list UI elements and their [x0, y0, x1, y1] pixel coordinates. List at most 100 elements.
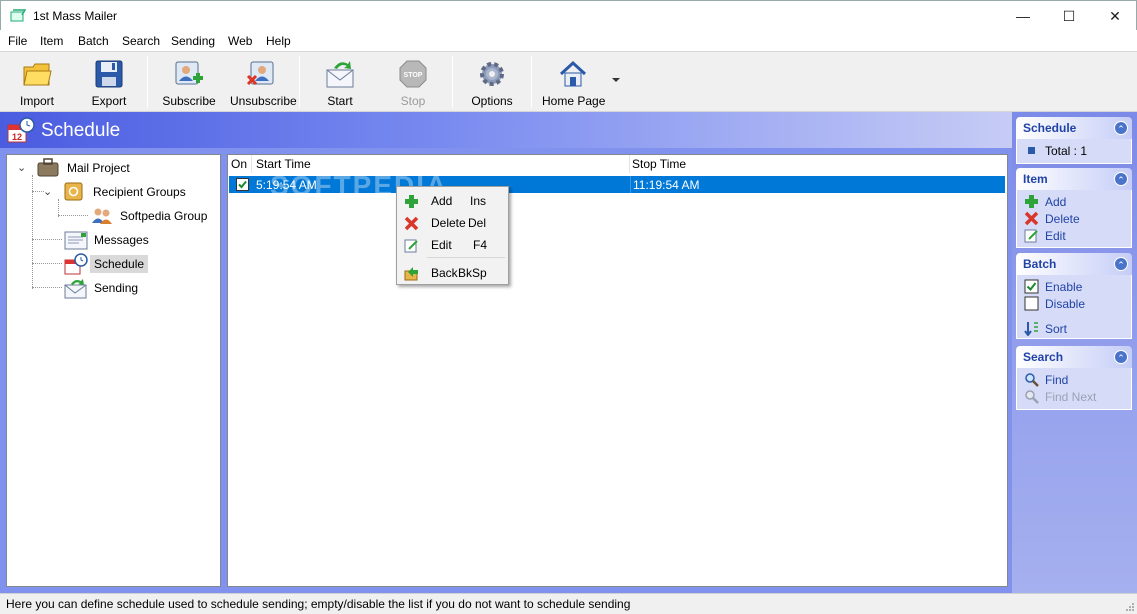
collapse-icon[interactable]: ⌃ — [1114, 172, 1128, 186]
menu-separator — [427, 257, 505, 258]
column-header-start-time[interactable]: Start Time — [256, 157, 311, 171]
import-button[interactable]: Import — [12, 56, 62, 110]
briefcase-icon — [37, 158, 59, 177]
status-text: Here you can define schedule used to sch… — [6, 597, 631, 611]
unchecked-box-icon — [1024, 296, 1039, 311]
subscribe-button[interactable]: Subscribe — [162, 56, 216, 110]
tree-item-sending[interactable]: Sending — [63, 277, 213, 299]
menu-label: Back — [431, 266, 458, 280]
cell-start-time: 5:19:54 AM — [256, 178, 317, 192]
tree-item-mail-project[interactable]: ⌄ Mail Project — [15, 157, 215, 179]
shortcut-label: F4 — [473, 238, 488, 252]
collapse-icon[interactable]: ⌃ — [1114, 350, 1128, 364]
menu-search[interactable]: Search — [122, 34, 160, 48]
minimize-button[interactable]: — — [1000, 1, 1046, 31]
task-group-title: Search — [1023, 350, 1064, 364]
collapse-chevron-icon[interactable]: ⌄ — [43, 185, 52, 198]
options-button[interactable]: Options — [468, 56, 516, 110]
checked-box-icon — [1024, 279, 1039, 294]
tree-line — [32, 175, 33, 289]
context-menu-back[interactable]: Back BkSp — [399, 262, 506, 284]
home-page-dropdown-arrow[interactable] — [612, 78, 620, 82]
send-mail-icon — [326, 61, 354, 88]
cell-stop-time: 11:19:54 AM — [633, 178, 700, 192]
section-header: 12 Schedule — [0, 112, 1012, 148]
schedule-list[interactable]: On Start Time Stop Time 5:19:54 AM 11:19… — [227, 154, 1008, 587]
page-title: Schedule — [41, 120, 121, 141]
task-group-body: Enable Disable Sort — [1016, 275, 1132, 339]
toolbar-separator — [147, 56, 148, 108]
toolbar-separator — [531, 56, 532, 108]
maximize-button[interactable]: ☐ — [1046, 1, 1092, 31]
menu-label: Add — [431, 194, 453, 208]
toolbar-separator — [452, 56, 453, 108]
tree-line — [58, 215, 88, 216]
unsubscribe-button[interactable]: Unsubscribe — [230, 56, 297, 110]
table-row[interactable]: 5:19:54 AM 11:19:54 AM — [229, 176, 1005, 193]
tree-item-messages[interactable]: Messages — [63, 229, 213, 251]
window-title: 1st Mass Mailer — [33, 9, 118, 23]
task-group-header[interactable]: Search ⌃ — [1016, 346, 1132, 368]
calendar-clock-icon: 12 — [7, 117, 35, 143]
task-group-header[interactable]: Batch ⌃ — [1016, 253, 1132, 275]
options-label: Options — [471, 94, 513, 108]
menu-help[interactable]: Help — [266, 34, 291, 48]
menu-web[interactable]: Web — [228, 34, 252, 48]
task-group-search: Search ⌃ Find Find Next — [1016, 346, 1132, 410]
task-group-item: Item ⌃ Add Delete Edit — [1016, 168, 1132, 248]
column-header-on[interactable]: On — [231, 157, 247, 171]
menu-label: Delete — [431, 216, 466, 230]
find-next-icon — [1025, 390, 1039, 404]
column-divider[interactable] — [251, 155, 252, 173]
tree-item-schedule[interactable]: Schedule — [63, 253, 213, 275]
project-tree[interactable]: ⌄ Mail Project ⌄ Recipient Groups Softpe… — [6, 154, 221, 587]
folder-icon — [23, 63, 52, 86]
remove-contact-icon — [246, 61, 274, 86]
task-link-label: Edit — [1045, 229, 1066, 243]
task-pane: Schedule ⌃ Total : 1 Item ⌃ Add Delete E… — [1012, 112, 1137, 593]
menu-item[interactable]: Item — [40, 34, 63, 48]
task-group-title: Batch — [1023, 257, 1057, 271]
home-page-button[interactable]: Home Page — [542, 56, 606, 110]
column-header-stop-time[interactable]: Stop Time — [632, 157, 686, 171]
subscribe-label: Subscribe — [162, 94, 216, 108]
task-group-batch: Batch ⌃ Enable Disable Sort — [1016, 253, 1132, 339]
close-button[interactable]: ✕ — [1092, 1, 1137, 31]
tree-item-recipient-groups[interactable]: ⌄ Recipient Groups — [41, 181, 216, 203]
menu-file[interactable]: File — [8, 34, 27, 48]
context-menu-delete[interactable]: Delete Del — [399, 212, 506, 234]
column-divider[interactable] — [629, 155, 630, 173]
messages-icon — [64, 231, 88, 250]
task-link-label: Find — [1045, 373, 1069, 387]
calendar-clock-icon — [64, 253, 88, 275]
stop-button[interactable]: STOP Stop — [390, 56, 436, 110]
bullet-icon — [1028, 147, 1035, 154]
home-page-label: Home Page — [542, 94, 606, 108]
context-menu: Add Ins Delete Del Edit F4 Back BkSp — [396, 186, 509, 285]
tree-item-softpedia-group[interactable]: Softpedia Group — [91, 205, 216, 227]
start-button[interactable]: Start — [316, 56, 364, 110]
tree-line — [32, 287, 62, 288]
task-group-header[interactable]: Item ⌃ — [1016, 168, 1132, 190]
unsubscribe-label: Unsubscribe — [230, 94, 297, 108]
menu-sending[interactable]: Sending — [171, 34, 215, 48]
schedule-total: Total : 1 — [1045, 144, 1088, 158]
tree-label: Mail Project — [67, 161, 130, 175]
task-link-label: Find Next — [1045, 390, 1097, 404]
tree-label: Sending — [94, 281, 139, 295]
group-icon — [92, 208, 112, 224]
home-icon — [559, 60, 587, 87]
context-menu-add[interactable]: Add Ins — [399, 190, 506, 212]
collapse-icon[interactable]: ⌃ — [1114, 257, 1128, 271]
task-group-header[interactable]: Schedule ⌃ — [1016, 117, 1132, 139]
resize-grip-icon[interactable] — [1125, 602, 1135, 612]
context-menu-edit[interactable]: Edit F4 — [399, 234, 506, 256]
menu-batch[interactable]: Batch — [78, 34, 109, 48]
collapse-chevron-icon[interactable]: ⌄ — [17, 161, 26, 174]
collapse-icon[interactable]: ⌃ — [1114, 121, 1128, 135]
task-group-body: Find Find Next — [1016, 368, 1132, 410]
sort-icon — [1024, 322, 1038, 336]
task-link-label: Sort — [1045, 322, 1068, 336]
export-button[interactable]: Export — [84, 56, 134, 110]
row-enabled-checkbox[interactable] — [236, 178, 249, 191]
